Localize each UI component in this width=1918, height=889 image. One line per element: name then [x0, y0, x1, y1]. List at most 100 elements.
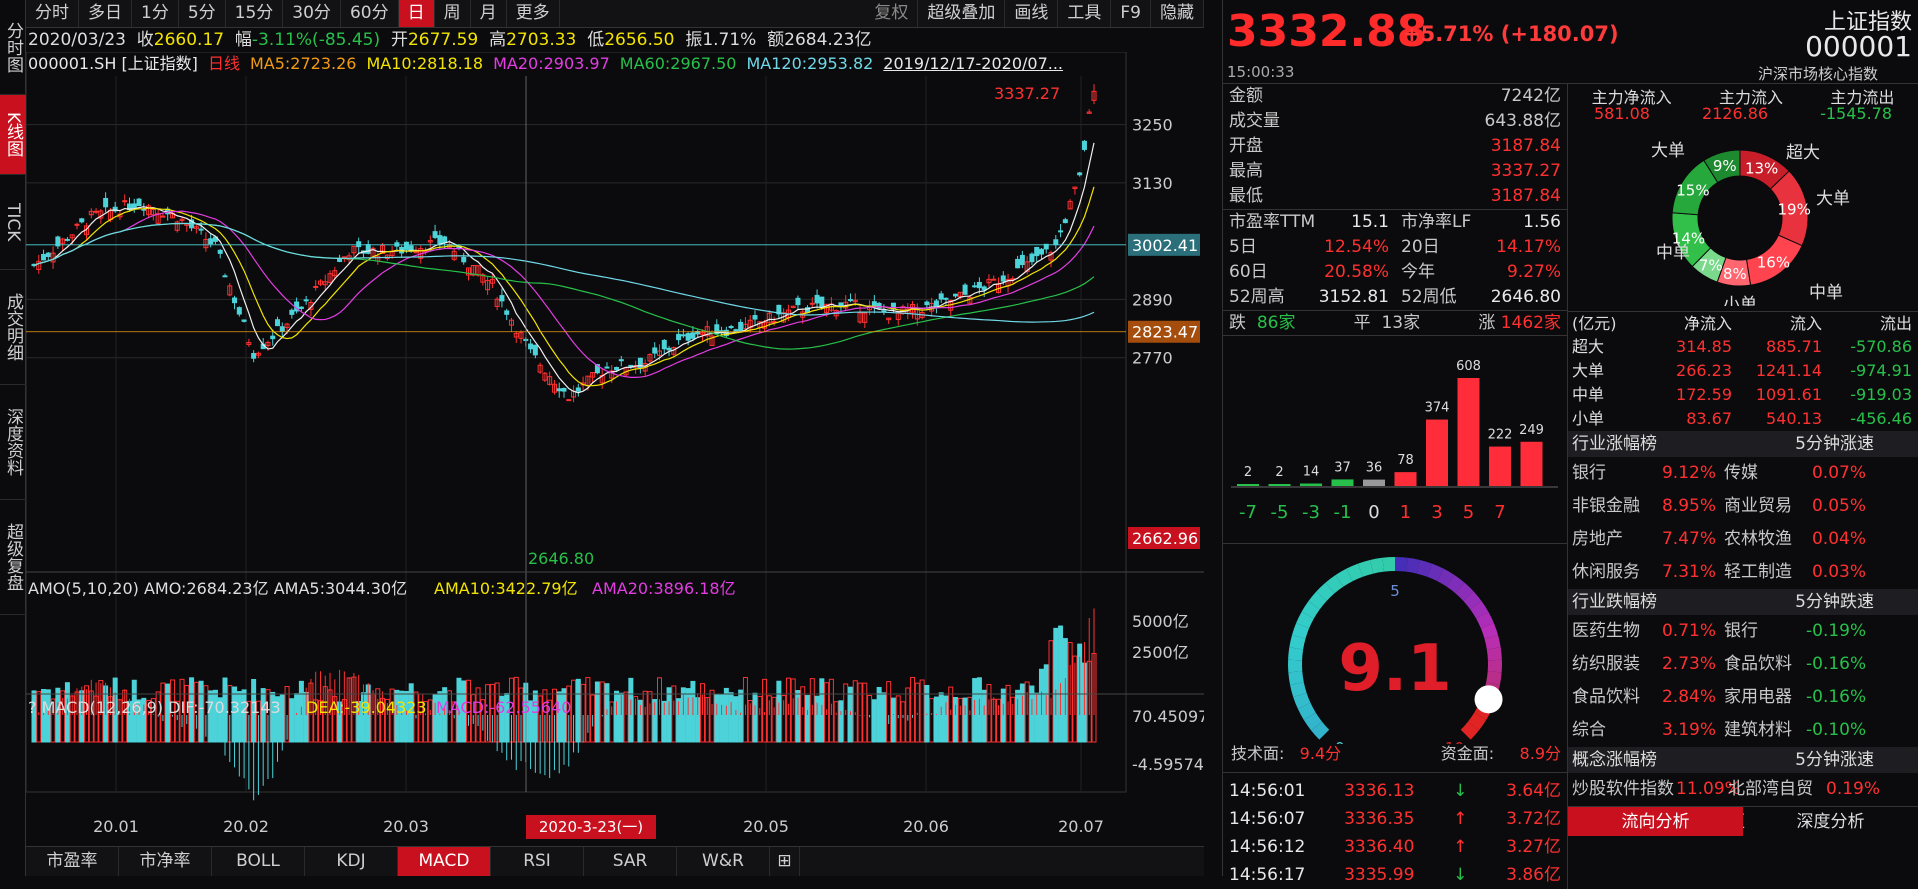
ind-rsi[interactable]: RSI: [491, 847, 584, 876]
industry-row[interactable]: 食品饮料2.84%家用电器-0.16%: [1568, 681, 1918, 714]
ind-macd[interactable]: MACD: [398, 847, 491, 876]
kline-chart[interactable]: 32503130289027703002.412823.472662.96333…: [26, 52, 1204, 844]
volume-bar: [963, 698, 967, 742]
candle-body: [810, 303, 814, 304]
period-week[interactable]: 周: [435, 0, 471, 27]
ma20-line: [34, 211, 1094, 377]
stat-amount: 金额7242亿: [1223, 84, 1567, 109]
dist-bar: [1332, 479, 1354, 486]
tab-depth-info[interactable]: 深度资料: [0, 385, 26, 500]
concept-block: 概念涨幅榜5分钟涨速 炒股软件指数11.09%北部湾自贸区0.19%: [1568, 747, 1918, 806]
vol-ama20: AMA20:3896.18亿: [592, 579, 736, 598]
pie-label: 大单: [1651, 141, 1685, 161]
candle-body: [1039, 249, 1043, 254]
period-30min[interactable]: 30分: [283, 0, 341, 27]
concept-row[interactable]: 炒股软件指数11.09%北部湾自贸区0.19%: [1568, 773, 1918, 806]
ind-sar[interactable]: SAR: [584, 847, 677, 876]
tab-kline[interactable]: K线图: [0, 95, 26, 175]
dist-value: 78: [1397, 453, 1414, 468]
volume-bar: [1016, 690, 1020, 742]
dist-label: 1: [1400, 502, 1411, 523]
candle-body: [314, 287, 318, 288]
industry-row[interactable]: 休闲服务7.31%轻工制造0.03%: [1568, 556, 1918, 589]
dist-bar: [1489, 447, 1511, 486]
volume-bar: [896, 696, 900, 742]
draw-line-button[interactable]: 画线: [1005, 0, 1058, 27]
industry-row[interactable]: 纺织服装2.73%食品饮料-0.16%: [1568, 648, 1918, 681]
period-intraday[interactable]: 分时: [26, 0, 79, 27]
candle-body: [137, 199, 141, 205]
price-tag-text: 2823.47: [1132, 323, 1198, 342]
hide-button[interactable]: 隐藏: [1151, 0, 1204, 27]
gauge-arc: [1339, 575, 1349, 581]
period-1min[interactable]: 1分: [132, 0, 179, 27]
candle-body: [94, 211, 98, 212]
candle-body: [237, 308, 241, 314]
period-more[interactable]: 更多: [507, 0, 560, 27]
depth-analysis-tab[interactable]: 深度分析: [1743, 807, 1918, 836]
pie-label: 中单: [1656, 243, 1690, 263]
tab-trade-detail[interactable]: 成交明细: [0, 270, 26, 385]
gauge-arc: [1418, 567, 1429, 570]
candle-body: [753, 316, 757, 319]
ind-wr[interactable]: W&R: [677, 847, 770, 876]
volume-bar: [982, 690, 986, 742]
gauge-arc: [1310, 716, 1317, 726]
index-code: 000001: [1805, 30, 1912, 63]
gauge-dial: 9.10510: [1223, 544, 1568, 744]
gauge-arc: [1466, 726, 1474, 735]
overlay-button[interactable]: 超级叠加: [918, 0, 1005, 27]
x-tick: 20.01: [93, 817, 139, 836]
candle-body: [567, 400, 571, 401]
tab-super-replay[interactable]: 超级复盘: [0, 500, 26, 615]
industry-row[interactable]: 医药生物0.71%银行-0.19%: [1568, 615, 1918, 648]
tools-button[interactable]: 工具: [1058, 0, 1111, 27]
candle-body: [366, 245, 370, 254]
dist-value: 222: [1488, 428, 1513, 443]
gauge-arc: [1303, 615, 1308, 626]
add-indicator-icon[interactable]: ⊞: [770, 847, 800, 876]
volume-bar: [729, 693, 733, 742]
period-month[interactable]: 月: [471, 0, 507, 27]
gauge-arc: [1468, 596, 1475, 605]
f9-button[interactable]: F9: [1111, 0, 1151, 27]
candle-body: [233, 298, 237, 303]
left-tab-bar: 分时图 K线图 TICK 成交明细 深度资料 超级复盘: [0, 0, 26, 876]
volume-bar: [734, 697, 738, 742]
volume-bar: [758, 696, 762, 742]
arrow-down-icon: ↓: [1453, 861, 1467, 889]
candle-body: [290, 310, 294, 314]
industry-row[interactable]: 非银金融8.95%商业贸易0.05%: [1568, 490, 1918, 523]
ind-pe[interactable]: 市盈率: [26, 847, 119, 876]
x-tick: 20.07: [1058, 817, 1104, 836]
period-60min[interactable]: 60分: [341, 0, 399, 27]
tick-list: 14:56:013336.13↓3.64亿 14:56:073336.35↑3.…: [1223, 773, 1567, 889]
industry-row[interactable]: 银行9.12%传媒0.07%: [1568, 457, 1918, 490]
gauge-arc: [1372, 565, 1384, 567]
volume-bar: [753, 693, 757, 742]
adjust-button[interactable]: 复权: [865, 0, 918, 27]
period-15min[interactable]: 15分: [226, 0, 284, 27]
period-5min[interactable]: 5分: [179, 0, 226, 27]
candle-body: [1020, 255, 1024, 264]
tab-tick[interactable]: TICK: [0, 175, 26, 270]
period-day[interactable]: 日: [399, 0, 435, 27]
ind-pb[interactable]: 市净率: [119, 847, 212, 876]
candle-body: [1078, 173, 1082, 175]
candle-body: [46, 253, 50, 256]
industry-row[interactable]: 房地产7.47%农林牧渔0.04%: [1568, 523, 1918, 556]
flow-analysis-tab[interactable]: 流向分析: [1568, 807, 1743, 836]
candle-body: [925, 302, 929, 305]
tab-intraday[interactable]: 分时图: [0, 0, 26, 95]
candle-body: [304, 300, 308, 301]
industry-row[interactable]: 综合3.19%建筑材料-0.10%: [1568, 714, 1918, 747]
ind-kdj[interactable]: KDJ: [305, 847, 398, 876]
candle-body: [615, 367, 619, 369]
price-tick: 3130: [1132, 174, 1173, 193]
candle-body: [954, 294, 958, 296]
candle-body: [877, 303, 881, 308]
ind-boll[interactable]: BOLL: [212, 847, 305, 876]
volume-bar: [887, 682, 891, 742]
candle-body: [681, 335, 685, 336]
period-multiday[interactable]: 多日: [79, 0, 132, 27]
